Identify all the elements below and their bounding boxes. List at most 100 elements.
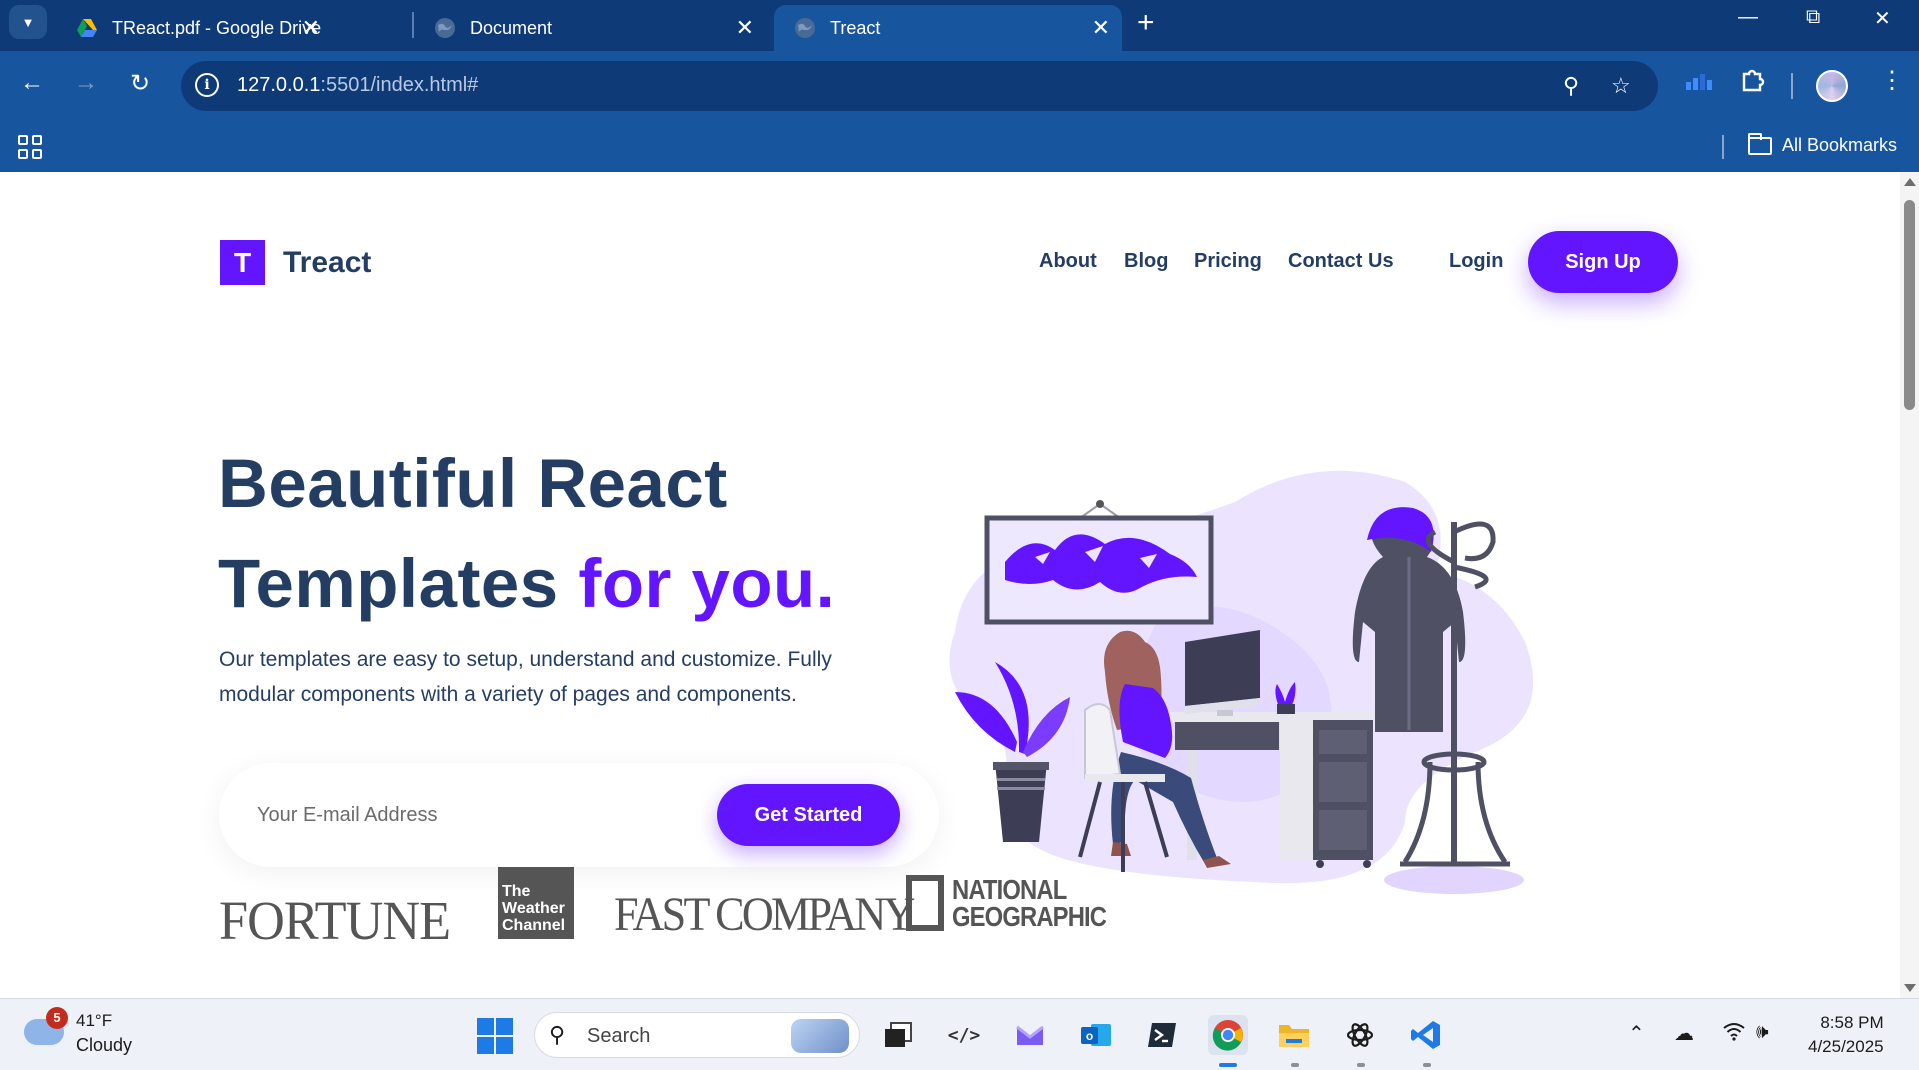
nav-link-pricing[interactable]: Pricing — [1194, 250, 1262, 273]
running-indicator — [1357, 1063, 1365, 1067]
windows-start-icon[interactable] — [477, 1018, 513, 1054]
browser-toolbar: ← → ↻ i 127.0.0.1:5501/index.html# ⚲ ☆ ⋮… — [0, 51, 1919, 172]
toolbar-divider — [1791, 73, 1793, 99]
email-signup-form: Get Started — [219, 763, 939, 867]
volume-icon[interactable]: 🕪 — [1756, 1021, 1769, 1044]
reload-icon[interactable]: ↻ — [130, 69, 150, 98]
brand-logo-icon: T — [220, 240, 265, 285]
google-drive-icon — [77, 19, 97, 37]
globe-icon — [795, 18, 815, 38]
tab-title: Document — [470, 17, 553, 38]
weather-channel-logo-line1: The — [502, 883, 531, 900]
weather-condition: Cloudy — [76, 1035, 133, 1055]
running-indicator — [1423, 1063, 1431, 1067]
close-tab-icon[interactable]: ✕ — [1092, 15, 1110, 41]
wifi-icon[interactable] — [1722, 1021, 1746, 1047]
vscode-icon[interactable] — [1406, 1015, 1446, 1055]
hero-description: Our templates are easy to setup, underst… — [219, 642, 919, 712]
tab-strip: ▼ TReact.pdf - Google Drive ✕ Document ✕… — [0, 0, 1919, 51]
system-clock[interactable]: 8:58 PM 4/25/2025 — [1808, 1011, 1884, 1059]
clock-time: 8:58 PM — [1820, 1013, 1884, 1032]
taskbar-search-label: Search — [587, 1025, 651, 1047]
hero-description-line1: Our templates are easy to setup, underst… — [219, 648, 832, 671]
dev-home-icon[interactable]: </> — [944, 1015, 984, 1055]
get-started-button[interactable]: Get Started — [717, 784, 900, 846]
bookmarks-divider — [1722, 135, 1724, 159]
fortune-logo: FORTUNE — [219, 890, 451, 951]
svg-text:o: o — [1086, 1029, 1093, 1043]
close-window-icon[interactable]: ✕ — [1874, 6, 1891, 31]
bookmark-star-icon[interactable]: ☆ — [1611, 73, 1631, 99]
login-link[interactable]: Login — [1449, 250, 1503, 273]
tab-treact[interactable]: Treact ✕ — [774, 5, 1122, 51]
nav-link-contact-us[interactable]: Contact Us — [1288, 250, 1394, 273]
running-indicator — [1291, 1063, 1299, 1067]
scroll-down-icon[interactable] — [1904, 984, 1916, 992]
fast-company-logo: FAST COMPANY — [614, 888, 915, 941]
site-info-icon[interactable]: i — [195, 73, 219, 97]
terminal-icon[interactable] — [1142, 1015, 1182, 1055]
weather-temperature: 41°F — [76, 1011, 113, 1030]
all-bookmarks-label: All Bookmarks — [1782, 135, 1898, 155]
windows-taskbar: 5 41°F Cloudy ⚲ Search </> o ⌃ ☁ 🕪 8:58 … — [0, 998, 1919, 1070]
nav-link-about[interactable]: About — [1039, 250, 1097, 273]
close-tab-icon[interactable]: ✕ — [302, 15, 320, 41]
zoom-icon[interactable]: ⚲ — [1563, 73, 1579, 99]
close-tab-icon[interactable]: ✕ — [736, 15, 754, 41]
sign-up-button[interactable]: Sign Up — [1528, 231, 1678, 293]
hero-description-line2: modular components with a variety of pag… — [219, 683, 797, 706]
outlook-icon[interactable]: o — [1076, 1015, 1116, 1055]
weather-channel-logo: The Weather Channel — [498, 867, 574, 939]
back-arrow-icon[interactable]: ← — [20, 69, 44, 97]
task-view-icon[interactable] — [878, 1015, 918, 1055]
scroll-thumb[interactable] — [1904, 200, 1915, 410]
onedrive-cloud-icon[interactable]: ☁ — [1674, 1021, 1694, 1046]
taskbar-search[interactable]: ⚲ Search — [534, 1012, 860, 1058]
chrome-icon[interactable] — [1208, 1015, 1248, 1055]
tab-document[interactable]: Document ✕ — [414, 5, 766, 51]
tab-title: Treact — [830, 17, 881, 38]
bookmarks-bar: All Bookmarks — [0, 123, 1919, 172]
extension-chart-icon[interactable] — [1686, 71, 1712, 99]
minimize-icon[interactable]: — — [1738, 6, 1758, 29]
all-bookmarks-button[interactable]: All Bookmarks — [1748, 132, 1898, 156]
extensions-puzzle-icon[interactable] — [1740, 66, 1766, 99]
notification-badge: 5 — [46, 1007, 68, 1029]
new-tab-button[interactable]: + — [1137, 6, 1155, 40]
clock-date: 4/25/2025 — [1808, 1037, 1884, 1056]
tab-title: TReact.pdf - Google Drive — [112, 17, 322, 38]
scroll-up-icon[interactable] — [1904, 178, 1916, 186]
mail-app-icon[interactable] — [1010, 1015, 1050, 1055]
globe-icon — [435, 18, 455, 38]
tab-google-drive[interactable]: TReact.pdf - Google Drive ✕ — [56, 5, 332, 51]
brand-logo-link[interactable]: T Treact — [220, 240, 371, 285]
hero-title-plain: Templates — [218, 545, 579, 622]
folder-icon — [1748, 132, 1772, 155]
hero-title-accent: for you. — [578, 545, 836, 622]
email-input[interactable] — [219, 763, 699, 867]
page-viewport: T Treact About Blog Pricing Contact Us L… — [0, 172, 1900, 998]
search-highlight-image — [791, 1019, 849, 1053]
profile-avatar[interactable] — [1816, 70, 1848, 102]
forward-arrow-icon[interactable]: → — [74, 69, 98, 97]
show-hidden-icons-chevron-up-icon[interactable]: ⌃ — [1628, 1021, 1645, 1046]
more-menu-icon[interactable]: ⋮ — [1880, 66, 1904, 95]
page-scrollbar[interactable] — [1900, 172, 1919, 998]
tab-search-button[interactable]: ▼ — [9, 5, 47, 39]
hero-title-line2: Templates for you. — [218, 544, 835, 623]
active-indicator — [1219, 1063, 1237, 1067]
address-bar[interactable]: i 127.0.0.1:5501/index.html# ⚲ ☆ — [181, 61, 1658, 111]
chatgpt-icon[interactable] — [1340, 1015, 1380, 1055]
url-text[interactable]: 127.0.0.1:5501/index.html# — [237, 74, 478, 97]
brand-name: Treact — [283, 245, 372, 279]
url-host: 127.0.0.1 — [237, 74, 321, 96]
chevron-down-icon: ▼ — [21, 14, 35, 30]
apps-grid-icon[interactable] — [18, 135, 42, 159]
hero-title-line1: Beautiful React — [218, 445, 728, 522]
hero-illustration — [949, 470, 1534, 894]
restore-icon[interactable]: ⧉ — [1806, 6, 1820, 29]
natgeo-text-line2: GEOGRAPHIC — [952, 901, 1107, 932]
nav-link-blog[interactable]: Blog — [1124, 250, 1168, 273]
weather-channel-logo-line3: Channel — [502, 917, 566, 934]
file-explorer-icon[interactable] — [1274, 1015, 1314, 1055]
